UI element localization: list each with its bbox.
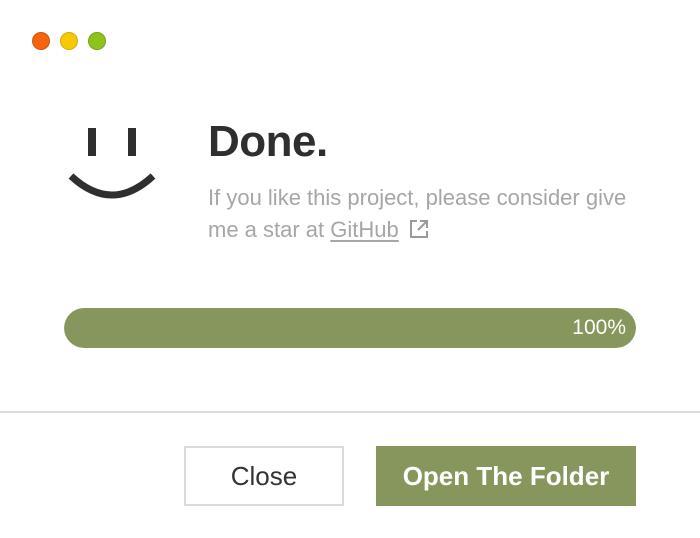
github-link[interactable]: GitHub [330,217,398,242]
status-title: Done. [208,117,328,166]
external-link-icon[interactable] [409,219,429,239]
progress-bar-fill [64,308,636,348]
window-zoom-button[interactable] [88,32,106,50]
smiley-face-icon [68,128,156,199]
footer-divider [0,411,700,413]
window-controls [32,32,106,50]
progress-label: 100% [572,316,626,339]
progress-bar: 100% [64,308,636,348]
window-minimize-button[interactable] [60,32,78,50]
open-folder-button[interactable]: Open The Folder [376,446,636,506]
close-button[interactable]: Close [184,446,344,506]
window-close-button[interactable] [32,32,50,50]
dialog-window: Done. If you like this project, please c… [0,0,700,538]
status-message: If you like this project, please conside… [208,182,638,246]
